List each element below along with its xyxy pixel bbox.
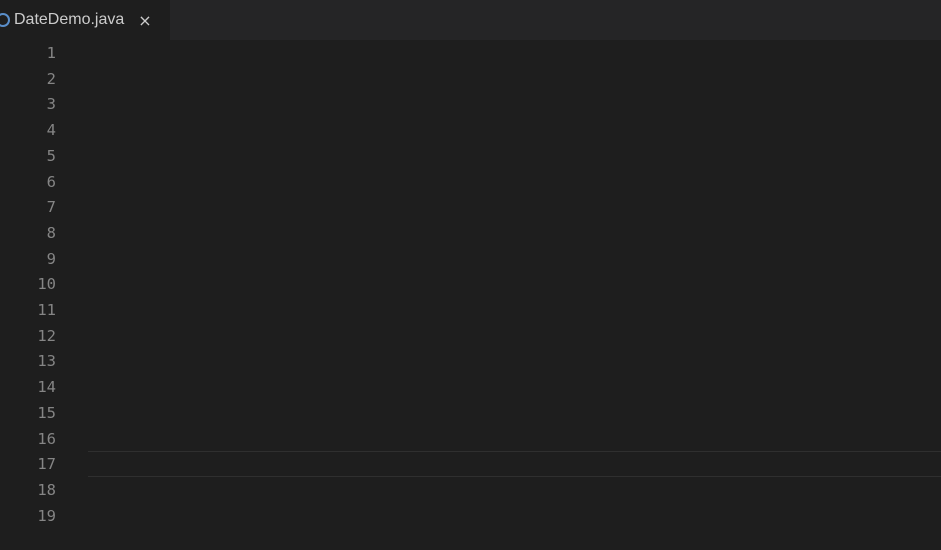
- line-number: 5: [46, 146, 56, 165]
- code-editor[interactable]: 12345678910111213141516171819 ɪport java…: [0, 40, 941, 550]
- line-number: 16: [37, 429, 56, 448]
- line-number: 1: [46, 44, 56, 62]
- line-number: 4: [46, 121, 56, 140]
- line-number: 13: [37, 352, 56, 371]
- close-icon[interactable]: ×: [138, 11, 151, 30]
- line-number: 8: [46, 223, 56, 242]
- tab-label: DateDemo.java: [14, 11, 125, 28]
- line-number: 7: [46, 198, 56, 217]
- line-number: 17: [37, 455, 56, 474]
- java-file-icon: [0, 13, 10, 27]
- line-number: 9: [46, 249, 56, 268]
- line-number: 15: [37, 403, 56, 422]
- line-number: 19: [37, 506, 56, 525]
- line-number: 18: [37, 480, 56, 499]
- tab-datedemo[interactable]: DateDemo.java ×: [0, 0, 170, 40]
- line-number: 3: [46, 95, 56, 114]
- line-number: 6: [46, 172, 56, 191]
- line-number: 14: [37, 378, 56, 397]
- line-number: 12: [37, 326, 56, 345]
- tab-bar: DateDemo.java ×: [0, 0, 941, 40]
- current-line-highlight: [88, 451, 941, 478]
- line-number: 2: [46, 69, 56, 88]
- line-number: 11: [37, 301, 56, 319]
- line-number: 10: [37, 275, 56, 294]
